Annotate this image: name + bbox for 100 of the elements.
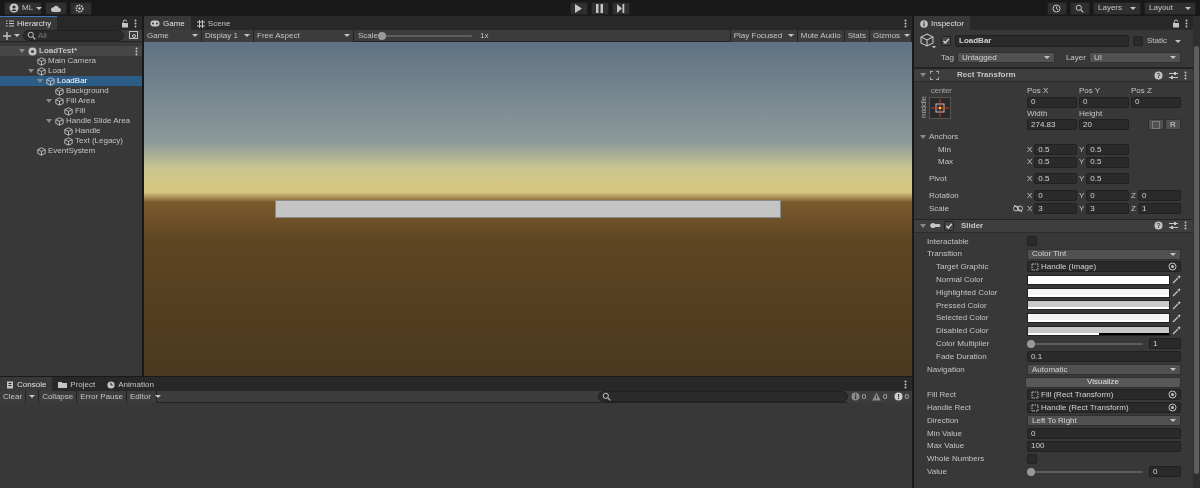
- expand-arrow-icon[interactable]: [46, 119, 52, 123]
- panel-tab[interactable]: Project: [52, 377, 102, 391]
- create-button[interactable]: [3, 30, 20, 41]
- slider-thumb[interactable]: [378, 31, 386, 40]
- expand-arrow-icon[interactable]: [19, 49, 25, 53]
- account-dropdown[interactable]: ML: [4, 1, 42, 15]
- slider-thumb[interactable]: [1027, 467, 1035, 476]
- number-field[interactable]: 0: [1034, 190, 1077, 202]
- field-label: Transition: [926, 249, 963, 259]
- cube-icon: [37, 56, 46, 66]
- number-field[interactable]: 3: [1086, 203, 1129, 215]
- search-field[interactable]: [597, 391, 848, 402]
- eyedropper-icon: [1172, 300, 1181, 310]
- dropdown[interactable]: Automatic: [1027, 363, 1181, 375]
- panel-tab[interactable]: Hierarchy: [0, 16, 58, 30]
- search-button[interactable]: [1070, 1, 1090, 15]
- static-label: Static: [1147, 36, 1167, 46]
- caret-icon: [1170, 56, 1176, 59]
- color-field[interactable]: [1027, 300, 1170, 311]
- tree-item[interactable]: Fill: [0, 106, 142, 116]
- blueprint-mode-button[interactable]: [1148, 119, 1164, 131]
- error-icon: [893, 392, 903, 401]
- tree-item[interactable]: Handle Slide Area: [0, 116, 142, 126]
- field-label: Pivot: [929, 174, 947, 184]
- number-field[interactable]: 0.5: [1034, 143, 1077, 155]
- number-field[interactable]: 0: [1027, 96, 1077, 108]
- expand-arrow-icon[interactable]: [920, 134, 926, 139]
- tag-dropdown[interactable]: Untagged: [956, 52, 1055, 63]
- number-field[interactable]: 0.5: [1034, 156, 1077, 168]
- slider-thumb[interactable]: [1027, 339, 1035, 348]
- component-title: Slider: [961, 221, 984, 231]
- search-icon: [1075, 3, 1085, 13]
- panel-tab[interactable]: Scene: [190, 16, 237, 30]
- anchor-preset-button[interactable]: [929, 97, 951, 119]
- number-field[interactable]: 0.5: [1086, 143, 1129, 155]
- panel-tab[interactable]: Animation: [101, 377, 160, 391]
- settings-button[interactable]: [70, 1, 92, 15]
- number-field[interactable]: 20: [1079, 119, 1129, 131]
- number-field[interactable]: 3: [1034, 203, 1077, 215]
- layer-dropdown[interactable]: UI: [1088, 52, 1181, 63]
- panel-tab[interactable]: Inspector: [914, 16, 970, 30]
- pause-button[interactable]: [591, 1, 609, 15]
- grid-icon: [196, 19, 205, 28]
- number-field[interactable]: 100: [1027, 440, 1181, 452]
- color-field[interactable]: [1027, 274, 1170, 285]
- field-label: Normal Color: [935, 274, 985, 285]
- tree-item[interactable]: Text (Legacy): [0, 136, 142, 146]
- number-field[interactable]: 0: [1131, 96, 1181, 108]
- list-icon: [6, 20, 14, 27]
- expand-arrow-icon[interactable]: [920, 73, 926, 77]
- presets-icon: [1169, 221, 1178, 231]
- step-button[interactable]: [612, 1, 630, 15]
- panel-tab[interactable]: Game: [144, 16, 191, 30]
- dropdown[interactable]: Left To Right: [1027, 415, 1181, 426]
- number-field[interactable]: 0.1: [1027, 351, 1181, 363]
- checkbox[interactable]: [944, 220, 954, 231]
- object-field[interactable]: Handle (Rect Transform): [1027, 402, 1181, 414]
- tree-item[interactable]: Main Camera: [0, 56, 142, 66]
- tree-item[interactable]: Fill Area: [0, 96, 142, 106]
- tree-item[interactable]: LoadTest*: [0, 46, 142, 56]
- tree-item[interactable]: Background: [0, 86, 142, 96]
- cloud-button[interactable]: [45, 1, 67, 15]
- raw-edit-button[interactable]: R: [1165, 119, 1181, 131]
- number-field[interactable]: 0: [1137, 190, 1181, 202]
- play-button[interactable]: [570, 1, 588, 15]
- number-field[interactable]: 0: [1149, 466, 1181, 478]
- color-field[interactable]: [1027, 325, 1170, 336]
- color-field[interactable]: [1027, 287, 1170, 298]
- number-field[interactable]: 1: [1149, 338, 1181, 350]
- dropdown[interactable]: Color Tint: [1027, 248, 1181, 260]
- number-field[interactable]: 274.83: [1027, 119, 1077, 131]
- tree-item[interactable]: Handle: [0, 126, 142, 136]
- checkbox[interactable]: [941, 36, 951, 46]
- tree-item[interactable]: EventSystem: [0, 146, 142, 156]
- folder-icon: [58, 381, 68, 388]
- number-field[interactable]: 0.5: [1086, 156, 1129, 168]
- expand-arrow-icon[interactable]: [46, 99, 52, 103]
- color-field[interactable]: [1027, 313, 1170, 324]
- history-button[interactable]: [1047, 1, 1067, 15]
- number-field[interactable]: 1: [1137, 203, 1181, 215]
- panel-tab[interactable]: Console: [0, 377, 53, 391]
- scrollbar[interactable]: [1193, 16, 1200, 488]
- layout-dropdown[interactable]: Layout: [1144, 1, 1196, 15]
- number-field[interactable]: 0.5: [1034, 173, 1077, 185]
- number-field[interactable]: 0.5: [1086, 173, 1129, 185]
- field-label: Selected Color: [935, 313, 990, 323]
- search-field[interactable]: All: [23, 30, 124, 41]
- scene-search-button[interactable]: [127, 30, 139, 41]
- name-field[interactable]: LoadBar: [955, 35, 1129, 47]
- tree-item[interactable]: LoadBar: [0, 76, 142, 86]
- field-label: Handle Rect: [926, 402, 973, 413]
- object-field[interactable]: Fill (Rect Transform): [1027, 389, 1181, 401]
- layers-dropdown[interactable]: Layers: [1093, 1, 1141, 15]
- number-field[interactable]: 0: [1086, 190, 1129, 202]
- visualize-button[interactable]: Visualize: [1025, 376, 1181, 388]
- number-field[interactable]: 0: [1079, 96, 1129, 108]
- field-label: Min: [938, 144, 951, 155]
- number-field[interactable]: 0: [1027, 427, 1181, 439]
- object-field[interactable]: Handle (Image): [1027, 261, 1181, 273]
- expand-arrow-icon[interactable]: [920, 223, 926, 228]
